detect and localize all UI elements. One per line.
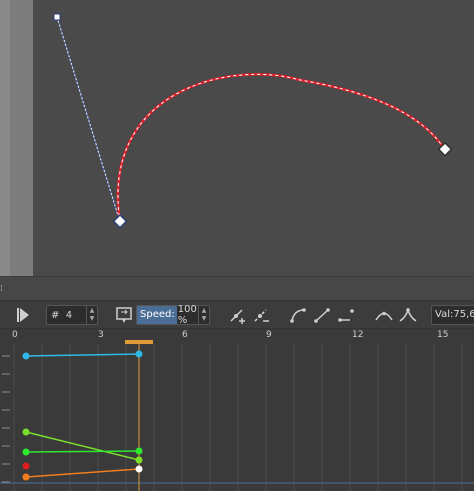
tick-label: 9 [266, 330, 272, 340]
speed-stepper[interactable]: ▲ ▼ [198, 306, 209, 324]
smooth-node-button[interactable] [373, 305, 395, 325]
timeline-grid [13, 344, 463, 491]
add-point-button[interactable] [227, 305, 249, 325]
keyframe-bright-green[interactable] [22, 448, 30, 456]
keyframe-timeline[interactable] [0, 344, 474, 491]
curve-segment-button[interactable] [288, 305, 310, 325]
frame-value: 4 [65, 309, 73, 321]
chevron-down-icon[interactable]: ▼ [202, 315, 207, 323]
cusp-node-icon [399, 307, 417, 322]
timeline-left-ticks [2, 355, 10, 483]
loop-button[interactable] [113, 305, 135, 325]
corner-segment-button[interactable] [336, 305, 358, 325]
chevron-up-icon[interactable]: ▲ [90, 307, 95, 315]
speed-spinbox[interactable]: Speed: 100 % ▲ ▼ [136, 304, 210, 326]
tick-label: 12 [352, 330, 364, 340]
tick-label: 3 [98, 330, 104, 340]
keyframe-cyan[interactable] [22, 352, 30, 360]
animation-toolbar: # 4 ▲ ▼ Speed: 100 % ▲ ▼ Val:75, [0, 300, 474, 329]
line-segment-button[interactable] [312, 305, 334, 325]
keyframe-green[interactable] [22, 428, 30, 436]
play-icon [17, 308, 29, 322]
keyframe-green[interactable] [135, 456, 143, 464]
keyframe-bright-green[interactable] [135, 447, 143, 455]
path-node-start[interactable] [112, 213, 128, 229]
chevron-up-icon[interactable]: ▲ [202, 307, 207, 315]
bezier-handle-point[interactable] [53, 13, 61, 21]
line-segment-icon [314, 308, 330, 323]
motion-path-curve[interactable] [116, 73, 447, 223]
tick-label: 15 [437, 330, 449, 340]
frame-prefix: # [51, 309, 60, 321]
add-point-icon [230, 309, 245, 324]
speed-label: Speed: [137, 306, 177, 324]
tick-label: 0 [12, 330, 18, 340]
dock-handle-icon[interactable]: ⁞ [0, 283, 6, 295]
value-display[interactable]: Val:75,68 [431, 305, 474, 325]
cusp-node-button[interactable] [397, 305, 419, 325]
remove-point-button[interactable] [251, 305, 273, 325]
path-editor-canvas[interactable] [0, 0, 474, 276]
track-line-green [25, 431, 140, 461]
corner-segment-icon [338, 309, 354, 322]
frame-stepper[interactable]: ▲ ▼ [86, 306, 97, 324]
curve-segment-icon [290, 308, 306, 323]
panel-splitter[interactable]: ⁞ [0, 276, 474, 300]
keyframe-selected[interactable] [135, 465, 143, 473]
timeline-graph[interactable] [0, 344, 474, 491]
remove-point-icon [254, 309, 269, 322]
speed-value: 100 % [177, 304, 197, 326]
keyframe-orange[interactable] [22, 473, 30, 481]
tick-label: 6 [182, 330, 188, 340]
keyframe-cyan[interactable] [135, 350, 143, 358]
keyframe-red[interactable] [22, 462, 30, 470]
frame-spinbox[interactable]: # 4 ▲ ▼ [46, 305, 98, 325]
smooth-node-icon [375, 311, 393, 321]
loop-icon [116, 307, 132, 323]
chevron-down-icon[interactable]: ▼ [90, 315, 95, 323]
track-line-cyan [25, 353, 140, 357]
motion-path-curve-dash [117, 73, 446, 223]
play-button[interactable] [12, 305, 34, 325]
timeline-ruler[interactable]: 0 3 6 9 12 15 [0, 329, 474, 344]
track-line-bright-green [25, 450, 140, 453]
canvas-area[interactable] [0, 0, 474, 276]
track-line-orange [25, 468, 140, 478]
